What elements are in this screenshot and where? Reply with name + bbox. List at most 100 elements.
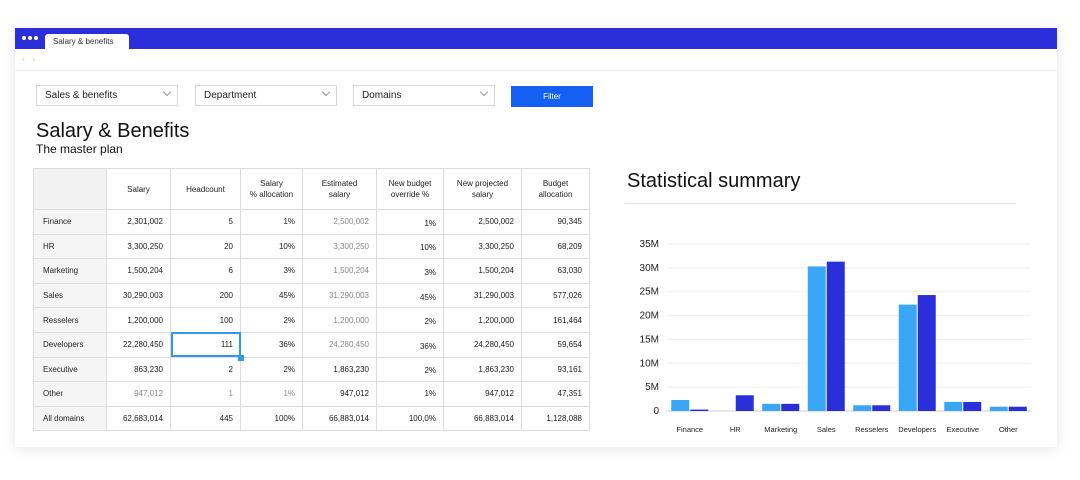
forward-arrow-icon[interactable]: › — [32, 54, 35, 64]
table-cell[interactable]: 3,300,250 — [106, 233, 171, 260]
table-cell[interactable]: 3% — [240, 258, 303, 284]
domains-select[interactable]: Domains — [353, 85, 495, 106]
table-cell: 445 — [170, 405, 241, 432]
domains-select-value: Domains — [362, 90, 402, 101]
table-cell[interactable]: 5 — [170, 209, 241, 235]
stats-title: Statistical summary — [627, 170, 801, 192]
table-cell[interactable]: 2% — [376, 307, 444, 333]
table-cell[interactable]: 36% — [376, 331, 444, 358]
fill-handle[interactable] — [238, 354, 244, 361]
table-cell[interactable]: 10% — [376, 233, 444, 260]
table-cell[interactable]: 1% — [240, 209, 303, 235]
table-cell[interactable]: 22,280,450 — [106, 331, 171, 358]
table-cell[interactable]: 161,464 — [521, 307, 590, 333]
table-cell[interactable]: 200 — [170, 282, 241, 309]
table-cell[interactable]: 2% — [376, 356, 444, 383]
table-cell[interactable]: 3,300,250 — [302, 233, 377, 260]
selected-cell[interactable]: 111 — [170, 331, 244, 361]
table-row: Developers 22,280,450 111 36% 24,280,450… — [33, 331, 590, 361]
table-cell[interactable]: 3,300,250 — [443, 233, 522, 260]
chart-bar — [944, 401, 963, 411]
column-header[interactable]: Budget allocation — [521, 168, 590, 210]
back-arrow-icon[interactable]: ‹ — [22, 54, 25, 64]
table-cell[interactable]: 1,500,204 — [106, 258, 171, 284]
table-cell[interactable]: 1,200,000 — [443, 307, 522, 333]
browser-tab[interactable]: Salary & benefits — [45, 34, 129, 50]
table-cell[interactable]: 90,345 — [521, 209, 590, 235]
column-header[interactable]: Headcount — [170, 168, 241, 210]
table-cell[interactable]: 45% — [240, 282, 303, 309]
table-cell[interactable]: 30,290,003 — [106, 282, 171, 309]
table-cell: 66,883,014 — [443, 405, 522, 432]
table-cell[interactable]: 1% — [376, 209, 444, 235]
table-cell[interactable]: 1,200,000 — [302, 307, 377, 333]
chart-bar — [963, 401, 982, 411]
column-header[interactable]: New budget override % — [376, 168, 444, 210]
table-row: Executive 863,230 2 2% 1,863,230 2% 1,86… — [33, 356, 590, 383]
table-cell[interactable]: 2 — [170, 356, 241, 383]
table-cell[interactable]: 24,280,450 — [443, 331, 522, 358]
table-cell[interactable]: 2,301,002 — [106, 209, 171, 235]
table-cell[interactable]: 1% — [240, 381, 303, 407]
table-cell[interactable]: 2,500,002 — [302, 209, 377, 235]
table-cell[interactable]: 1% — [376, 381, 444, 407]
category-select[interactable]: Sales & benefits — [36, 85, 178, 106]
title-bar: Salary & benefits — [15, 28, 1057, 50]
column-header-label: Salary % allocation — [249, 179, 294, 199]
table-cell[interactable]: 10% — [240, 233, 303, 260]
table-cell[interactable]: 1,500,204 — [443, 258, 522, 284]
column-header[interactable]: Salary % allocation — [240, 168, 303, 210]
filter-button[interactable]: Filter — [511, 86, 593, 107]
table-cell[interactable]: 100 — [170, 307, 241, 333]
window-dot-icon[interactable] — [22, 36, 26, 40]
table-header-row: Salary Headcount Salary % allocation Est… — [33, 168, 590, 210]
selected-cell-value: 111 — [220, 340, 233, 350]
row-label: Resselers — [33, 307, 107, 333]
table-cell[interactable]: 1,863,230 — [302, 356, 377, 383]
table-cell[interactable]: 1,863,230 — [443, 356, 522, 383]
table-cell[interactable]: 31,290,003 — [443, 282, 522, 309]
table-cell[interactable]: 577,026 — [521, 282, 590, 309]
chart-bar — [735, 395, 754, 411]
chart-bar — [781, 403, 800, 411]
y-tick-label: 5M — [645, 382, 659, 393]
table-cell[interactable]: 68,209 — [521, 233, 590, 260]
column-header[interactable]: Estimated salary — [302, 168, 377, 210]
table-cell[interactable]: 2% — [240, 307, 303, 333]
table-cell[interactable]: 63,030 — [521, 258, 590, 284]
window-dot-icon[interactable] — [28, 36, 32, 40]
table-cell[interactable]: 1,200,000 — [106, 307, 171, 333]
window-controls[interactable] — [22, 36, 40, 40]
department-select[interactable]: Department — [195, 85, 337, 106]
table-cell[interactable]: 59,654 — [521, 331, 590, 358]
table-cell[interactable]: 863,230 — [106, 356, 171, 383]
x-tick-label: Sales — [817, 425, 836, 434]
table-cell[interactable]: 947,012 — [302, 381, 377, 407]
table-cell[interactable]: 31,290,003 — [302, 282, 377, 309]
table-cell[interactable]: 947,012 — [443, 381, 522, 407]
column-header[interactable]: New projected salary — [443, 168, 522, 210]
table-cell[interactable]: 3% — [376, 258, 444, 284]
chevron-down-icon — [479, 87, 489, 97]
table-cell[interactable]: 2,500,002 — [443, 209, 522, 235]
page-title: Salary & Benefits — [36, 120, 190, 142]
table-cell[interactable]: 93,161 — [521, 356, 590, 383]
bar-chart: 0 5M 10M 15M 20M 25M 30M 35M Finance HR Marketing S… — [640, 239, 1031, 434]
column-header[interactable]: Salary — [106, 168, 171, 210]
x-tick-label: HR — [730, 425, 741, 434]
table-cell[interactable]: 1 — [170, 381, 241, 407]
table-cell[interactable]: 24,280,450 — [302, 331, 377, 358]
table-cell[interactable]: 947,012 — [106, 381, 171, 407]
table-cell[interactable]: 20 — [170, 233, 241, 260]
row-label: All domains — [33, 405, 107, 432]
row-label: HR — [33, 233, 107, 260]
table-cell[interactable]: 6 — [170, 258, 241, 284]
y-tick-label: 0 — [653, 406, 659, 417]
table-cell[interactable]: 2% — [240, 356, 303, 383]
table-cell[interactable]: 45% — [376, 282, 444, 309]
column-header-label: New budget override % — [388, 179, 432, 199]
window-dot-icon[interactable] — [34, 36, 38, 40]
table-cell[interactable]: 47,351 — [521, 381, 590, 407]
table-cell[interactable]: 36% — [240, 331, 303, 358]
table-cell[interactable]: 1,500,204 — [302, 258, 377, 284]
